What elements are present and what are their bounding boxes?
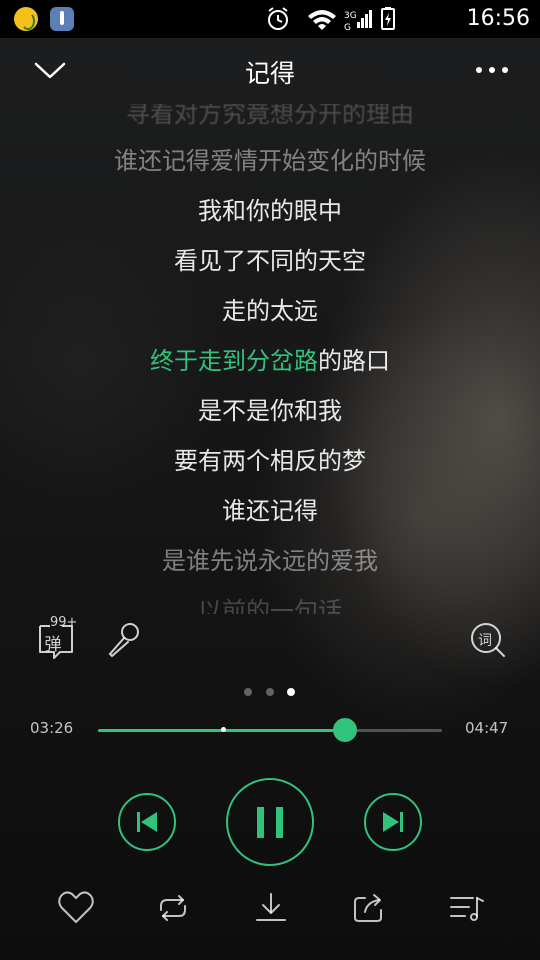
player-header: 记得	[0, 38, 540, 104]
progress-bar[interactable]	[98, 718, 442, 742]
next-button[interactable]	[364, 793, 422, 851]
heart-icon[interactable]	[56, 888, 96, 928]
lyric-line: 看见了不同的天空	[174, 247, 366, 275]
alarm-icon	[268, 7, 288, 30]
battery-icon	[381, 7, 395, 30]
microphone-icon[interactable]	[102, 618, 146, 662]
lyrics-panel[interactable]: 寻看对方究竟想分开的理由 谁还记得爱情开始变化的时候 我和你的眼中 看见了不同的…	[0, 104, 540, 614]
current-time: 03:26	[30, 719, 74, 737]
progress-thumb[interactable]	[332, 718, 357, 742]
page-dot	[266, 688, 274, 696]
status-icons: 3G G	[268, 7, 395, 32]
more-options-icon[interactable]	[472, 56, 512, 86]
music-app-notification-icon	[14, 7, 38, 31]
wifi-icon	[308, 10, 336, 30]
pause-button[interactable]	[226, 778, 314, 866]
lyric-line: 谁还记得爱情开始变化的时候	[114, 147, 426, 175]
pause-icon	[257, 807, 283, 838]
lyric-line: 是不是你和我	[198, 397, 342, 425]
skip-next-icon	[383, 812, 403, 832]
lyric-unsung-part: 的路口	[318, 347, 390, 375]
chevron-down-icon[interactable]	[28, 52, 72, 88]
lyric-line-previous: 寻看对方究竟想分开的理由	[126, 104, 414, 128]
lyric-line: 要有两个相反的梦	[174, 447, 366, 475]
status-bar: 3G G 16:56	[0, 0, 540, 38]
page-dot	[244, 688, 252, 696]
skip-previous-icon	[137, 812, 157, 832]
svg-text:G: G	[344, 23, 351, 32]
lyric-line: 走的太远	[222, 297, 318, 325]
total-time: 04:47	[465, 719, 509, 737]
page-dot-active	[287, 688, 295, 696]
download-icon[interactable]	[251, 888, 291, 928]
progress-marker	[220, 727, 226, 732]
lyrics-mode-label: 词	[478, 633, 492, 649]
share-icon[interactable]	[349, 888, 389, 928]
danmu-count-badge: 99+	[50, 615, 78, 630]
lyric-line: 我和你的眼中	[198, 197, 342, 225]
lyric-line: 谁还记得	[222, 497, 318, 525]
lyric-sung-part: 终于走到分岔路	[150, 347, 318, 375]
page-indicator	[240, 688, 300, 698]
status-time: 16:56	[466, 6, 530, 31]
network-type-label: 3G	[344, 11, 357, 21]
playlist-icon[interactable]	[447, 888, 487, 928]
previous-button[interactable]	[118, 793, 176, 851]
lyric-line: 是谁先说永远的爱我	[162, 547, 378, 575]
player-screen: 3G G 16:56 记得 寻看对方究竟想分开的理由 谁还记得爱情开始变化的时候…	[0, 0, 540, 960]
danmu-label: 弹	[44, 635, 62, 655]
thermometer-notification-icon	[50, 7, 74, 31]
repeat-icon[interactable]	[153, 888, 193, 928]
song-title: 记得	[244, 59, 295, 88]
lyric-line: 以前的一句话	[198, 597, 342, 614]
lyric-line-active: 终于走到分岔路的路口	[0, 346, 540, 376]
